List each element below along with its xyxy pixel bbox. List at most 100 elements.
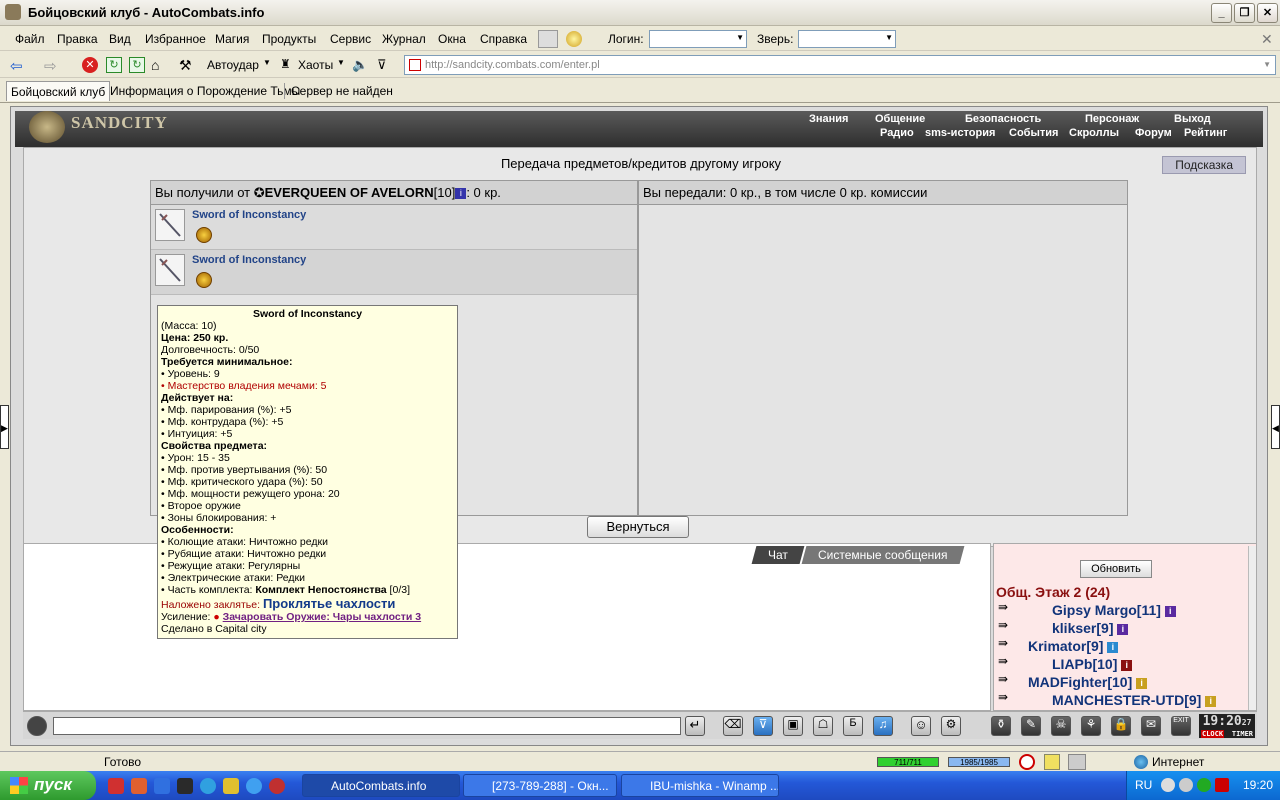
menu-file[interactable]: Файл xyxy=(15,32,45,46)
tray-arrow-icon[interactable] xyxy=(1161,778,1175,792)
note-icon[interactable] xyxy=(1044,754,1060,770)
transfer-icon[interactable]: ⚘ xyxy=(1081,716,1101,736)
minimize-button[interactable]: _ xyxy=(1211,3,1232,23)
save-icon[interactable]: ▣ xyxy=(783,716,803,736)
scrollbar[interactable] xyxy=(1248,546,1256,710)
tab-combats[interactable]: Бойцовский клуб xyxy=(6,81,111,101)
menu-journal[interactable]: Журнал xyxy=(382,32,426,46)
quicklaunch-app-icon[interactable] xyxy=(269,778,285,794)
smile-menu-icon[interactable] xyxy=(27,716,47,736)
skype-icon[interactable] xyxy=(200,778,216,794)
menu-help[interactable]: Справка xyxy=(480,32,527,46)
menu-magic[interactable]: Магия xyxy=(215,32,249,46)
refresh-button[interactable]: Обновить xyxy=(1080,560,1152,578)
music-icon[interactable]: ♫ xyxy=(873,716,893,736)
inventory-icon[interactable]: ⚱ xyxy=(991,716,1011,736)
close-button[interactable]: ✕ xyxy=(1257,3,1278,23)
quicklaunch-app-icon[interactable] xyxy=(223,778,239,794)
tray-volume-icon[interactable] xyxy=(1215,778,1229,792)
tab-system-messages[interactable]: Системные сообщения xyxy=(801,546,964,564)
tools-icon[interactable]: ⚒ xyxy=(179,57,195,73)
item-row[interactable]: Sword of Inconstancy xyxy=(151,205,637,250)
task-messenger[interactable]: [273-789-288] - Окн... xyxy=(463,774,617,797)
task-winamp[interactable]: IBU-mishka - Winamp ... xyxy=(621,774,779,797)
item-name[interactable]: Sword of Inconstancy xyxy=(192,209,306,221)
menu-service[interactable]: Сервис xyxy=(330,32,371,46)
nav-exit[interactable]: Выход xyxy=(1174,113,1211,125)
menu-edit[interactable]: Правка xyxy=(57,32,98,46)
nav-radio[interactable]: Радио xyxy=(880,127,914,139)
private-arrow-icon[interactable]: ⇛ xyxy=(998,690,1018,704)
filter-icon[interactable]: ⊽ xyxy=(753,716,773,736)
lock-icon[interactable]: 🔒 xyxy=(1111,716,1131,736)
stop-icon[interactable]: ✕ xyxy=(82,57,98,73)
item-row[interactable]: Sword of Inconstancy xyxy=(151,250,637,295)
hint-button[interactable]: Подсказка xyxy=(1162,156,1246,174)
nav-scrolls[interactable]: Скроллы xyxy=(1069,127,1119,139)
user-name[interactable]: Gipsy Margo[11] i xyxy=(1052,602,1176,618)
sender-info-icon[interactable]: i xyxy=(455,188,467,200)
menu-favorites[interactable]: Избранное xyxy=(145,32,206,46)
nav-communication[interactable]: Общение xyxy=(875,113,925,125)
smiley-icon[interactable]: ☺ xyxy=(911,716,931,736)
sound-icon[interactable]: 🔈 xyxy=(352,57,368,73)
private-arrow-icon[interactable]: ⇛ xyxy=(998,654,1018,668)
nav-rating[interactable]: Рейтинг xyxy=(1184,127,1227,139)
task-autocombats[interactable]: AutoCombats.info xyxy=(302,774,460,797)
eraser-icon[interactable]: ⌫ xyxy=(723,716,743,736)
sword-icon[interactable] xyxy=(155,209,185,241)
beast-select[interactable]: ▼ xyxy=(798,30,896,48)
quicklaunch-media-icon[interactable] xyxy=(154,778,170,794)
nav-knowledge[interactable]: Знания xyxy=(809,113,848,125)
home-icon[interactable]: ⌂ xyxy=(151,57,167,73)
sender-name[interactable]: EVERQUEEN OF AVELORN xyxy=(265,185,434,200)
back-button[interactable]: Вернуться xyxy=(587,516,689,538)
private-arrow-icon[interactable]: ⇛ xyxy=(998,600,1018,614)
user-name[interactable]: Krimator[9] i xyxy=(1028,638,1119,654)
user-name[interactable]: klikser[9] i xyxy=(1052,620,1129,636)
quest-icon[interactable]: ✎ xyxy=(1021,716,1041,736)
filter-icon[interactable]: ⊽ xyxy=(377,57,393,73)
menu-view[interactable]: Вид xyxy=(109,32,131,46)
item-name[interactable]: Sword of Inconstancy xyxy=(192,254,306,266)
maximize-button[interactable]: ❐ xyxy=(1234,3,1255,23)
tray-app-icon[interactable] xyxy=(1197,778,1211,792)
chaos-button[interactable]: Хаоты xyxy=(298,58,333,72)
tray-app-icon[interactable] xyxy=(1179,778,1193,792)
settings-icon[interactable]: ⚙ xyxy=(941,716,961,736)
menubar-close-icon[interactable]: ✕ xyxy=(1261,31,1273,48)
timer-icon[interactable] xyxy=(1019,754,1035,770)
chat-input[interactable] xyxy=(53,717,681,735)
address-bar[interactable]: http://sandcity.combats.com/enter.pl ▼ xyxy=(404,55,1276,75)
nav-forum[interactable]: Форум xyxy=(1135,127,1172,139)
sword-icon[interactable] xyxy=(155,254,185,286)
left-panel-toggle-icon[interactable]: ▶ xyxy=(0,405,9,449)
private-arrow-icon[interactable]: ⇛ xyxy=(998,672,1018,686)
quicklaunch-app-icon[interactable] xyxy=(131,778,147,794)
address-dropdown-icon[interactable]: ▼ xyxy=(1263,60,1271,69)
mail-icon[interactable]: ✉ xyxy=(1141,716,1161,736)
tab-chat[interactable]: Чат xyxy=(751,546,805,564)
chaos-dropdown-icon[interactable]: ▼ xyxy=(337,58,345,67)
refresh-icon[interactable]: ↻ xyxy=(106,57,122,73)
translit-icon[interactable]: Б xyxy=(843,716,863,736)
ie-icon[interactable] xyxy=(246,778,262,794)
nav-character[interactable]: Персонаж xyxy=(1085,113,1139,125)
back-icon[interactable]: ⇦ xyxy=(10,57,26,75)
language-indicator[interactable]: RU xyxy=(1135,778,1152,792)
private-arrow-icon[interactable]: ⇛ xyxy=(998,636,1018,650)
right-panel-toggle-icon[interactable]: ◀ xyxy=(1271,405,1280,449)
quicklaunch-app-icon[interactable] xyxy=(177,778,193,794)
brb-icon[interactable] xyxy=(538,30,558,48)
autohit-button[interactable]: Автоудар xyxy=(207,58,259,72)
user-name[interactable]: MANCHESTER-UTD[9] i xyxy=(1052,692,1217,708)
start-button[interactable]: пуск xyxy=(0,771,96,800)
tab-info[interactable]: Информация о Порождение Тьмы xyxy=(106,81,304,101)
fighter-icon[interactable]: ☖ xyxy=(813,716,833,736)
login-select[interactable]: ▼ xyxy=(649,30,747,48)
menu-windows[interactable]: Окна xyxy=(438,32,466,46)
user-name[interactable]: MADFighter[10] i xyxy=(1028,674,1148,690)
forward-icon[interactable]: ⇨ xyxy=(44,57,60,75)
monitor-icon[interactable] xyxy=(1068,754,1086,770)
boost-link[interactable]: Зачаровать Оружие: Чары чахлости 3 xyxy=(223,611,421,623)
